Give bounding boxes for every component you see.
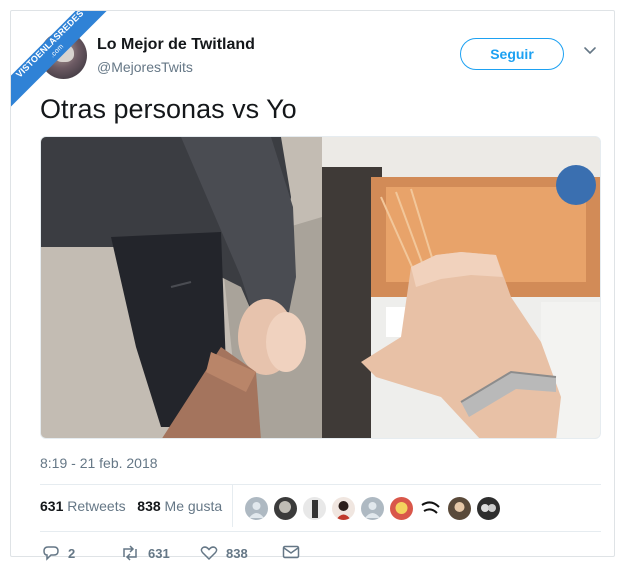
default-avatar-icon[interactable] <box>360 496 385 521</box>
likes-label: Me gusta <box>164 498 223 514</box>
heart-icon <box>200 546 218 561</box>
chevron-down-icon[interactable] <box>583 44 597 58</box>
retweets-label: Retweets <box>67 498 126 514</box>
divider-bottom <box>40 531 601 532</box>
likes-count: 838 <box>137 498 161 514</box>
retweet-button[interactable]: 631 <box>120 545 170 561</box>
user-avatar-icon[interactable] <box>447 496 472 521</box>
reply-button[interactable]: 2 <box>42 545 75 561</box>
reply-count: 2 <box>68 545 76 561</box>
retweet-stat[interactable]: 631 Retweets <box>40 498 126 514</box>
divider-top <box>40 484 601 485</box>
reply-icon <box>43 546 59 561</box>
photo-holding-hands <box>41 137 322 438</box>
stats-separator <box>232 485 233 527</box>
tweet-stats: 631 Retweets 838 Me gusta <box>40 498 222 514</box>
user-avatar-icon[interactable] <box>418 496 443 521</box>
watermark-line1: VISTOENLASREDES <box>13 11 86 80</box>
likes-stat[interactable]: 838 Me gusta <box>137 498 222 514</box>
user-avatar-icon[interactable] <box>331 496 356 521</box>
watermark-ribbon: VISTOENLASREDES .com <box>11 11 131 131</box>
tweet-media[interactable] <box>40 136 601 439</box>
follow-button[interactable]: Seguir <box>460 38 564 70</box>
user-avatar-icon[interactable] <box>476 496 501 521</box>
retweet-icon <box>123 545 137 561</box>
tweet-timestamp[interactable]: 8:19 - 21 feb. 2018 <box>40 455 158 471</box>
default-avatar-icon[interactable] <box>244 496 269 521</box>
watermark-text: VISTOENLASREDES .com <box>11 11 122 116</box>
retweets-count: 631 <box>40 498 64 514</box>
envelope-icon <box>282 545 300 559</box>
user-avatar-icon[interactable] <box>273 496 298 521</box>
user-avatar-icon[interactable] <box>389 496 414 521</box>
like-button[interactable]: 838 <box>200 545 248 561</box>
like-count: 838 <box>226 545 248 561</box>
direct-message-button[interactable] <box>282 545 300 559</box>
user-avatar-icon[interactable] <box>302 496 327 521</box>
retweet-count: 631 <box>148 545 170 561</box>
photo-fridge-hand <box>322 137 600 438</box>
